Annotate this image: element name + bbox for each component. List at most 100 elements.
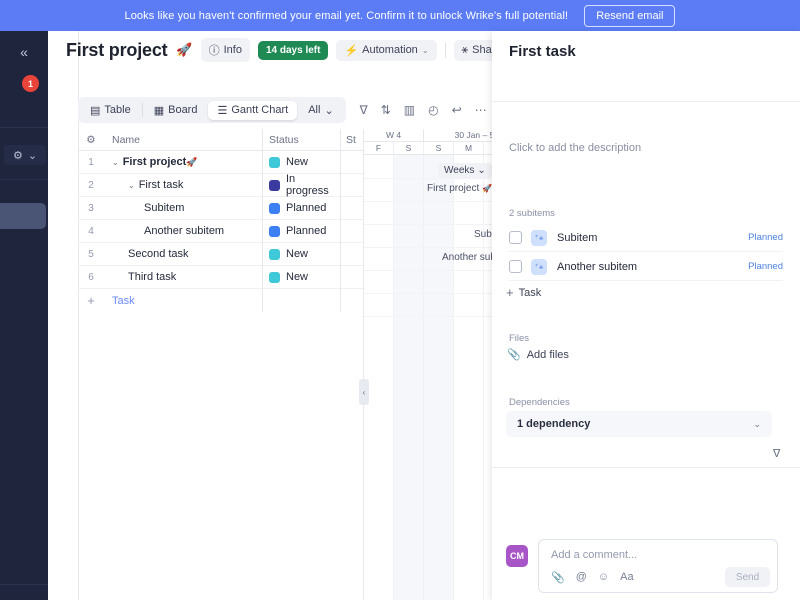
tab-gantt-chart[interactable]: ☰ Gantt Chart (208, 100, 298, 120)
rocket-icon: 🚀 (482, 184, 493, 193)
more-icon[interactable]: ⋯ (475, 103, 487, 117)
chevron-down-icon: ⌄ (27, 149, 38, 162)
row-name: Subitem (144, 202, 185, 214)
subitem-name[interactable]: Subitem (557, 232, 748, 244)
add-row-plus-icon[interactable]: + (78, 293, 104, 308)
format-text-icon[interactable]: Aa (620, 571, 633, 584)
table-icon: ▤ (90, 104, 101, 117)
paperclip-icon: 📎 (507, 349, 521, 361)
table-row[interactable]: 2 ⌄ First task In progress (78, 173, 363, 197)
board-icon: ▦ (153, 104, 165, 117)
bolt-icon: ⚡ (344, 44, 359, 57)
row-status-cell[interactable]: Planned (262, 196, 340, 220)
rocket-icon: 🚀 (176, 42, 193, 57)
row-number: 3 (88, 202, 94, 214)
comment-input-box[interactable]: Add a comment... 📎 @ ☺ Aa Send (538, 539, 778, 593)
column-settings-icon[interactable]: ⚙ (78, 134, 104, 146)
task-detail-panel: First task Click to add the description … (492, 31, 800, 600)
chevron-down-icon[interactable]: ⌄ (128, 181, 135, 190)
row-status-cell[interactable]: Planned (262, 219, 340, 243)
sidebar-settings-button[interactable]: ⚙ ⌄ (4, 145, 46, 165)
row-start-cell[interactable] (340, 265, 363, 289)
row-name-cell[interactable]: Subitem (104, 202, 262, 214)
subitem-checkbox[interactable] (509, 231, 522, 244)
row-name-cell[interactable]: Second task (104, 248, 262, 260)
table-row[interactable]: 3 Subitem Planned (78, 196, 363, 220)
subitem-status[interactable]: Planned (748, 261, 783, 272)
automation-label: Automation (362, 44, 418, 56)
row-name-cell[interactable]: Third task (104, 271, 262, 283)
add-files-button[interactable]: 📎 Add files (507, 348, 569, 362)
add-row-label[interactable]: Task (104, 295, 262, 307)
tab-board[interactable]: ▦ Board (145, 101, 207, 120)
add-assignee-icon[interactable]: ⁺⚹ (531, 229, 547, 246)
row-start-cell[interactable] (340, 219, 363, 243)
column-header-name[interactable]: Name (104, 134, 262, 146)
status-label: New (286, 248, 309, 260)
row-start-cell[interactable] (340, 242, 363, 266)
sidebar-collapse-icon[interactable]: « (0, 39, 48, 65)
column-header-status[interactable]: Status (262, 129, 340, 150)
send-button[interactable]: Send (725, 567, 770, 587)
view-filter-all[interactable]: All ⌄ (299, 101, 342, 120)
gantt-scale-select[interactable]: Weeks ⌄ (438, 163, 492, 178)
row-name-cell[interactable]: ⌄ First task (104, 179, 262, 191)
row-status-cell[interactable]: In progress (262, 173, 340, 197)
subitem-checkbox[interactable] (509, 260, 522, 273)
add-assignee-icon[interactable]: ⁺⚹ (531, 258, 547, 275)
chevron-down-icon: ⌄ (477, 165, 486, 176)
dependencies-dropdown[interactable]: 1 dependency ⌄ (506, 411, 772, 437)
tab-table[interactable]: ▤ Table (81, 101, 140, 120)
rocket-icon: 🚀 (186, 156, 198, 167)
status-label: Planned (286, 225, 327, 237)
subitem-status[interactable]: Planned (748, 232, 783, 243)
notification-badge[interactable]: 1 (22, 75, 39, 92)
row-name: First project (122, 156, 187, 168)
undo-icon[interactable]: ↩ (452, 103, 462, 117)
info-button[interactable]: ⓘ Info (200, 38, 250, 62)
column-header-start[interactable]: St (340, 129, 363, 150)
chevron-down-icon[interactable]: ⌄ (112, 158, 119, 167)
panel-collapse-handle[interactable]: ‹ (359, 379, 369, 405)
row-start-cell[interactable] (340, 196, 363, 220)
left-sidebar: « 1 ⚙ ⌄ (0, 31, 48, 600)
panel-divider (492, 101, 800, 102)
mention-icon[interactable]: @ (576, 571, 587, 584)
add-task-row[interactable]: + Task (78, 289, 363, 312)
task-description-input[interactable]: Click to add the description (509, 142, 641, 154)
activity-filter-icon[interactable]: ∇ (773, 447, 780, 460)
subitem-row[interactable]: ⁺⚹ Another subitem Planned (509, 253, 783, 281)
subitem-name[interactable]: Another subitem (557, 261, 748, 273)
sidebar-item-selected[interactable] (0, 203, 46, 229)
info-label: Info (223, 44, 242, 56)
sort-icon[interactable]: ⇅ (381, 103, 391, 117)
row-status-cell[interactable]: New (262, 150, 340, 174)
subitem-row[interactable]: ⁺⚹ Subitem Planned (509, 224, 783, 252)
row-start-cell[interactable] (340, 150, 363, 174)
table-row[interactable]: 1 ⌄ First project 🚀 New (78, 150, 363, 174)
status-color-swatch (269, 225, 280, 237)
comment-composer: CM Add a comment... 📎 @ ☺ Aa Send (492, 531, 800, 599)
row-name-cell[interactable]: Another subitem (104, 225, 262, 237)
history-icon[interactable]: ◴ (428, 103, 438, 117)
dependencies-section-label: Dependencies (509, 397, 570, 408)
add-subtask-button[interactable]: + Task (506, 285, 541, 300)
row-status-cell[interactable]: New (262, 265, 340, 289)
row-start-cell[interactable] (340, 173, 363, 197)
gantt-day-label: S (394, 142, 424, 154)
row-name-cell[interactable]: ⌄ First project 🚀 (104, 156, 262, 168)
table-row[interactable]: 4 Another subitem Planned (78, 219, 363, 243)
gantt-icon: ☰ (217, 104, 228, 117)
group-icon[interactable]: ▥ (404, 103, 415, 117)
row-status-cell[interactable]: New (262, 242, 340, 266)
resend-email-button[interactable]: Resend email (584, 4, 676, 27)
table-row[interactable]: 6 Third task New (78, 265, 363, 289)
automation-button[interactable]: ⚡ Automation ⌄ (336, 39, 437, 61)
files-section-label: Files (509, 333, 530, 344)
emoji-icon[interactable]: ☺ (598, 571, 609, 584)
attach-icon[interactable]: 📎 (551, 571, 565, 584)
chevron-down-icon: ⌄ (753, 418, 761, 429)
filter-icon[interactable]: ∇ (360, 103, 368, 117)
table-row[interactable]: 5 Second task New (78, 242, 363, 266)
gantt-day-label: F (364, 142, 394, 154)
